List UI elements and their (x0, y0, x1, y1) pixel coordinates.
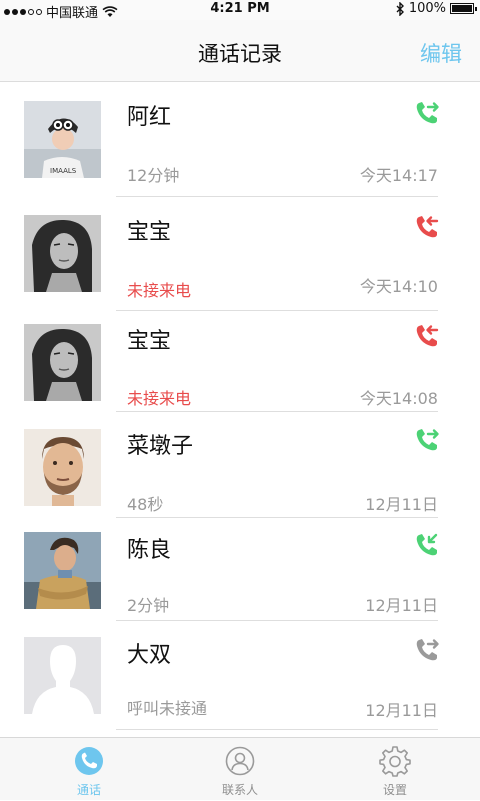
tab-label: 设置 (382, 783, 407, 797)
tab-bar: 通话 联系人 设置 (0, 737, 480, 800)
tab-label: 通话 (76, 783, 101, 797)
call-row[interactable]: 大双 呼叫未接通 12月11日 (0, 621, 480, 731)
battery-percent: 100% (408, 1, 446, 16)
page-title: 通话记录 (198, 42, 282, 66)
missed-call-icon[interactable] (414, 323, 440, 349)
tab-settings[interactable]: 设置 (335, 738, 455, 801)
call-row[interactable]: 陈良 2分钟 12月11日 (0, 518, 480, 621)
row-divider (116, 729, 438, 730)
avatar (24, 215, 101, 292)
settings-icon (379, 746, 411, 777)
battery-icon (450, 3, 477, 14)
call-row[interactable]: 菜墩子 48秒 12月11日 (0, 412, 480, 518)
call-time: 12月11日 (365, 701, 438, 720)
avatar: IMAALS (24, 101, 101, 178)
avatar (24, 429, 101, 506)
edit-button[interactable]: 编辑 (420, 38, 462, 68)
missed-call-label: 未接来电 (127, 281, 192, 300)
outgoing-call-icon[interactable] (414, 100, 440, 126)
call-time: 今天14:17 (359, 166, 438, 185)
avatar (24, 324, 101, 401)
nav-bar: 通话记录 编辑 (0, 20, 480, 82)
phone-icon (75, 747, 103, 775)
call-duration: 2分钟 (127, 596, 170, 615)
call-row[interactable]: IMAALS 阿红 12分钟 今天14:17 (0, 82, 480, 197)
call-row[interactable]: 宝宝 未接来电 今天14:08 (0, 311, 480, 412)
missed-call-label: 未接来电 (127, 389, 192, 408)
call-time: 今天14:08 (359, 389, 438, 408)
contact-name: 阿红 (127, 105, 172, 130)
contact-name: 菜墩子 (127, 434, 194, 459)
tab-label: 联系人 (221, 783, 258, 797)
missed-call-icon[interactable] (414, 214, 440, 240)
unanswered-call-icon[interactable] (414, 637, 440, 663)
tab-calls[interactable]: 通话 (29, 738, 149, 801)
avatar (24, 532, 101, 609)
call-log-list: IMAALS 阿红 12分钟 今天14:17 宝宝 未接来电 今天14:10 宝… (0, 82, 480, 737)
tab-contacts[interactable]: 联系人 (180, 738, 300, 801)
call-duration: 12分钟 (127, 166, 180, 185)
contact-name: 陈良 (127, 538, 172, 563)
avatar-placeholder (24, 637, 101, 714)
call-duration: 48秒 (127, 495, 164, 514)
contact-name: 大双 (127, 643, 172, 668)
call-time: 12月11日 (365, 596, 438, 615)
contacts-icon (225, 746, 255, 776)
contact-name: 宝宝 (127, 329, 172, 354)
call-time: 今天14:10 (359, 277, 438, 296)
call-row[interactable]: 宝宝 未接来电 今天14:10 (0, 197, 480, 311)
outgoing-call-icon[interactable] (414, 427, 440, 453)
bluetooth-icon (396, 1, 404, 16)
call-status: 呼叫未接通 (127, 699, 208, 718)
contact-name: 宝宝 (127, 220, 172, 245)
incoming-call-icon[interactable] (414, 532, 440, 558)
status-bar: 中国联通 4:21 PM 100% (0, 0, 480, 21)
call-time: 12月11日 (365, 495, 438, 514)
svg-text:IMAALS: IMAALS (50, 167, 77, 175)
